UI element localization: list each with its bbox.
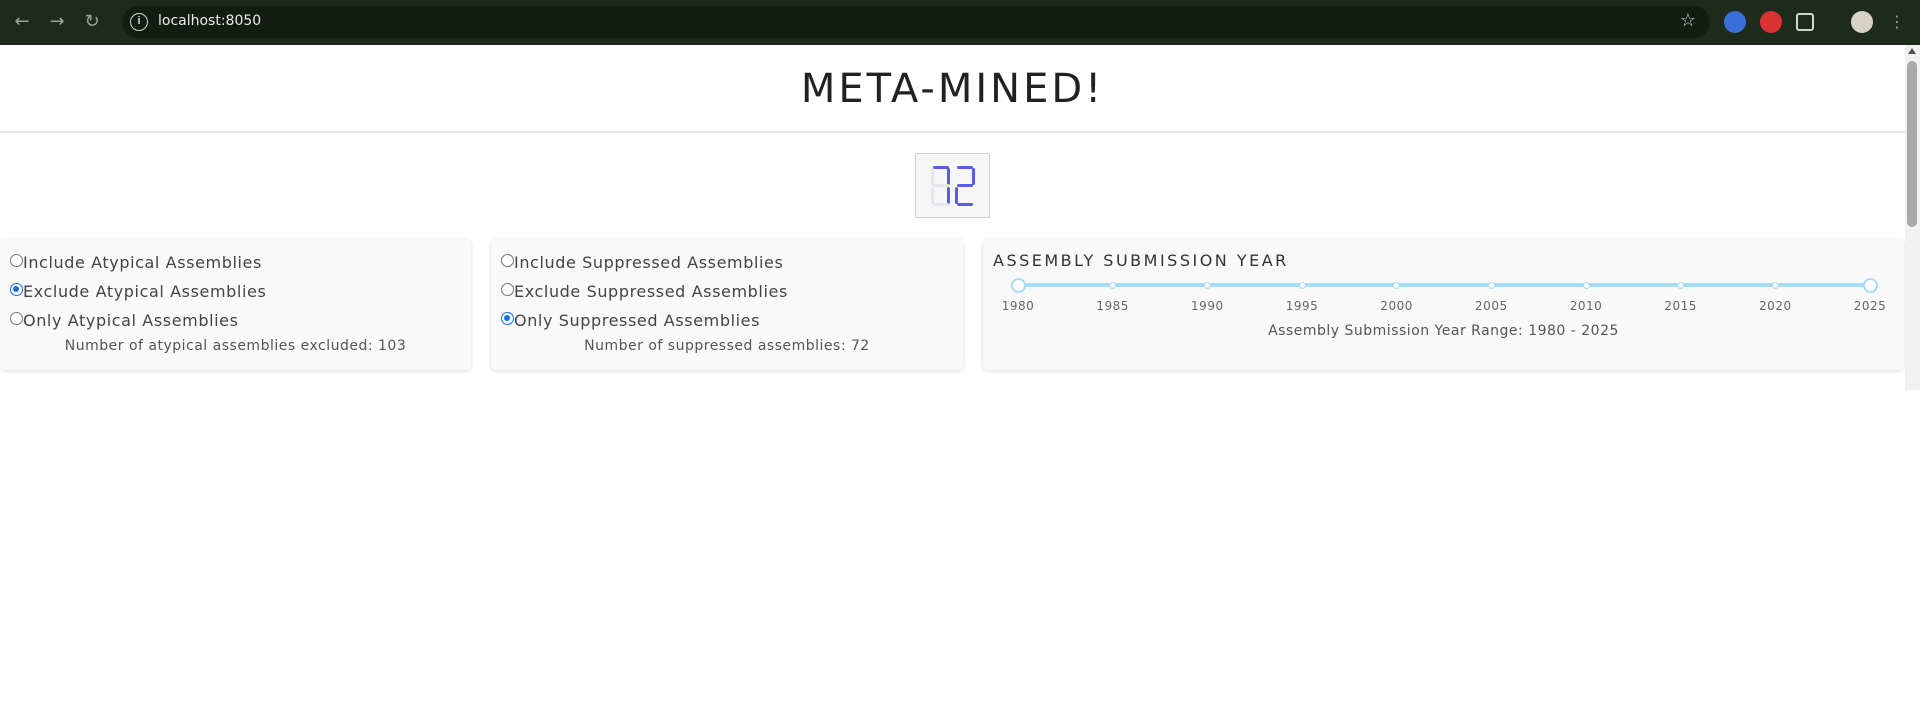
forward-icon[interactable]: → bbox=[45, 10, 69, 34]
slider-mark-dot[interactable] bbox=[1298, 282, 1306, 289]
radio-label: Include Atypical Assemblies bbox=[23, 252, 262, 272]
radio-label: Only Suppressed Assemblies bbox=[514, 310, 761, 330]
slider-handle-start[interactable] bbox=[1011, 278, 1026, 293]
browser-toolbar: ← → ↻ i localhost:8050 ☆ ⋮ bbox=[0, 0, 1920, 45]
page-scrollbar[interactable] bbox=[1905, 45, 1920, 390]
slider-mark-dot[interactable] bbox=[1677, 282, 1685, 289]
suppressed-filter-card: Include Suppressed Assemblies Exclude Su… bbox=[491, 239, 963, 370]
slider-mark-label[interactable]: 2005 bbox=[1466, 299, 1516, 313]
slider-mark-label[interactable]: 2020 bbox=[1750, 299, 1800, 313]
reload-icon[interactable]: ↻ bbox=[80, 10, 104, 34]
site-info-icon[interactable]: i bbox=[130, 13, 148, 31]
slider-mark-dot[interactable] bbox=[1771, 282, 1779, 289]
radio-include-atypical[interactable]: Include Atypical Assemblies bbox=[10, 251, 262, 273]
count-display: 72 bbox=[915, 153, 990, 218]
slider-mark-label[interactable]: 1985 bbox=[1088, 299, 1138, 313]
slider-mark-label[interactable]: 1980 bbox=[993, 299, 1043, 313]
extension-icon[interactable] bbox=[1760, 11, 1782, 33]
slider-mark-label[interactable]: 1990 bbox=[1182, 299, 1232, 313]
atypical-count-note: Number of atypical assemblies excluded: … bbox=[64, 338, 407, 354]
year-slider-card: ASSEMBLY SUBMISSION YEAR 1980 1985 1990 199… bbox=[983, 239, 1904, 370]
menu-kebab-icon[interactable]: ⋮ bbox=[1885, 10, 1909, 34]
bookmark-star-icon[interactable]: ☆ bbox=[1680, 10, 1696, 31]
slider-mark-dot[interactable] bbox=[1393, 282, 1401, 289]
radio-include-suppressed[interactable]: Include Suppressed Assemblies bbox=[501, 251, 783, 273]
address-url[interactable]: localhost:8050 bbox=[158, 13, 261, 29]
slider-mark-label[interactable]: 2000 bbox=[1372, 299, 1422, 313]
radio-exclude-atypical[interactable]: Exclude Atypical Assemblies bbox=[10, 280, 266, 302]
slider-mark-label[interactable]: 1995 bbox=[1277, 299, 1327, 313]
page-header: META-MINED! bbox=[0, 45, 1905, 133]
radio-button[interactable] bbox=[10, 253, 23, 267]
slider-mark-dot[interactable] bbox=[1203, 282, 1211, 289]
slider-mark-dot[interactable] bbox=[1582, 282, 1590, 289]
radio-only-atypical[interactable]: Only Atypical Assemblies bbox=[10, 309, 239, 331]
radio-label: Include Suppressed Assemblies bbox=[514, 252, 784, 272]
radio-label: Exclude Suppressed Assemblies bbox=[514, 281, 788, 301]
profile-avatar[interactable] bbox=[1851, 11, 1873, 33]
radio-button[interactable] bbox=[501, 282, 514, 296]
scroll-thumb[interactable] bbox=[1907, 61, 1917, 227]
puzzle-extensions-icon[interactable] bbox=[1796, 13, 1814, 31]
led-digits-icon bbox=[931, 166, 975, 206]
suppressed-count-note: Number of suppressed assemblies: 72 bbox=[584, 338, 870, 354]
slider-handle-end[interactable] bbox=[1863, 278, 1878, 293]
extension-icon[interactable] bbox=[1724, 11, 1746, 33]
slider-mark-dot[interactable] bbox=[1487, 282, 1495, 289]
radio-exclude-suppressed[interactable]: Exclude Suppressed Assemblies bbox=[501, 280, 788, 302]
radio-button-selected[interactable] bbox=[10, 282, 23, 296]
radio-button[interactable] bbox=[501, 253, 514, 267]
dashboard-page: META-MINED! 72 bbox=[0, 45, 1905, 722]
scroll-up-arrow-icon[interactable] bbox=[1908, 48, 1916, 54]
slider-mark-label[interactable]: 2015 bbox=[1656, 299, 1706, 313]
year-range-note: Assembly Submission Year Range: 1980 - 2… bbox=[1268, 323, 1619, 339]
slider-mark-label[interactable]: 2025 bbox=[1845, 299, 1895, 313]
radio-label: Only Atypical Assemblies bbox=[23, 310, 239, 330]
radio-button[interactable] bbox=[10, 311, 23, 325]
page-title: META-MINED! bbox=[800, 66, 1105, 112]
radio-label: Exclude Atypical Assemblies bbox=[23, 281, 267, 301]
atypical-filter-card: Include Atypical Assemblies Exclude Atyp… bbox=[0, 239, 471, 370]
radio-only-suppressed[interactable]: Only Suppressed Assemblies bbox=[501, 309, 760, 331]
year-range-slider-track[interactable] bbox=[1018, 283, 1870, 287]
slider-mark-dot[interactable] bbox=[1109, 282, 1117, 289]
address-bar[interactable]: i localhost:8050 ☆ bbox=[122, 6, 1710, 38]
back-icon[interactable]: ← bbox=[10, 10, 34, 34]
slider-mark-label[interactable]: 2010 bbox=[1561, 299, 1611, 313]
slider-title: ASSEMBLY SUBMISSION YEAR bbox=[993, 251, 1289, 270]
radio-button-selected[interactable] bbox=[501, 311, 514, 325]
